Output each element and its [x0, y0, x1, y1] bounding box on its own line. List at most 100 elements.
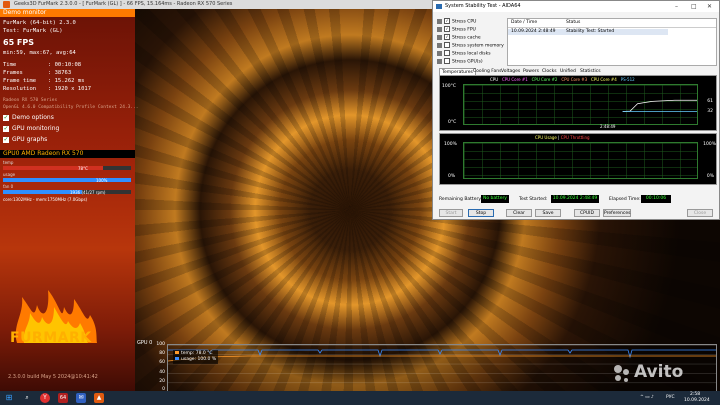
- meter-label-temp: temp: [3, 160, 14, 165]
- stop-button[interactable]: Stop: [468, 209, 494, 217]
- test-started-value: 10.09.2024 2:48:49: [551, 195, 599, 203]
- temp-axis-bottom: 0°C: [448, 120, 457, 125]
- close-icon[interactable]: ✕: [707, 1, 712, 12]
- log-row-status: Stability Test: Started: [566, 29, 615, 34]
- tray-icons[interactable]: ^ ▭ ♪: [640, 395, 654, 400]
- preferences-button[interactable]: Preferences: [603, 209, 631, 217]
- legend-ps512: PS-512: [620, 77, 635, 82]
- opengl-line: OpenGL 4.6.0 Compatibility Profile Conte…: [3, 105, 139, 110]
- temp-time-marker: 2:48:49: [600, 124, 616, 129]
- aida64-window: System Stability Test - AIDA64 – □ ✕ ✓ St…: [432, 0, 720, 220]
- log-header-divider: [508, 27, 716, 28]
- gpu-legend-temp-swatch: [175, 351, 179, 354]
- temperature-lines: [622, 99, 697, 112]
- log-header-datetime: Date / Time: [511, 20, 538, 25]
- stress-cache-checkbox[interactable]: ✓: [444, 34, 450, 40]
- stress-fpu[interactable]: ✓ Stress FPU: [437, 26, 476, 33]
- legend-core-2: CPU Core #2: [531, 77, 558, 82]
- aida64-title-bar[interactable]: System Stability Test - AIDA64 – □ ✕: [433, 1, 719, 12]
- tab-cooling-fans[interactable]: Cooling Fans: [473, 68, 501, 75]
- tab-unified[interactable]: Unified: [560, 68, 576, 75]
- time-label: Time: [3, 62, 17, 68]
- stress-memory-checkbox[interactable]: [444, 42, 450, 48]
- tray-language[interactable]: РУС: [666, 395, 675, 400]
- elapsed-label: Elapsed Time:: [609, 197, 641, 202]
- stress-memory[interactable]: Stress system memory: [437, 42, 504, 49]
- stress-disks-checkbox[interactable]: [444, 50, 450, 56]
- tab-voltages[interactable]: Voltages: [501, 68, 520, 75]
- resolution-value: : 1920 x 1017: [48, 86, 92, 92]
- gpu-legend-usage: usage: 100.0 %: [175, 357, 216, 363]
- clear-button[interactable]: Clear: [506, 209, 532, 217]
- stress-gpu-checkbox[interactable]: [444, 58, 450, 64]
- elapsed-value: 00:10:06: [641, 195, 671, 203]
- search-icon[interactable]: ⌕: [22, 393, 32, 403]
- stress-cache-label: Stress cache: [452, 35, 481, 41]
- tab-powers[interactable]: Powers: [523, 68, 539, 75]
- disk-icon: [437, 50, 442, 56]
- stress-gpu[interactable]: Stress GPU(s): [437, 58, 483, 65]
- furmark-taskbar-icon[interactable]: ▲: [94, 393, 104, 403]
- demo-options-checkbox[interactable]: ✓: [3, 115, 9, 121]
- taskbar: ⊞ ⌕ Y 64 ✉ ▲ ^ ▭ ♪ РУС 2:58 10.09.2024: [0, 391, 720, 405]
- test-name-line: Test: FurMark (GL): [3, 28, 63, 34]
- tab-clocks[interactable]: Clocks: [542, 68, 557, 75]
- temperature-plot: [463, 84, 698, 125]
- aida64-taskbar-icon[interactable]: 64: [58, 393, 68, 403]
- cpuid-button[interactable]: CPUID: [574, 209, 600, 217]
- temp-axis-top: 100°C: [442, 84, 456, 89]
- stress-cpu-checkbox[interactable]: ✓: [444, 18, 450, 24]
- mail-icon[interactable]: ✉: [76, 393, 86, 403]
- meter-value-usage: 100%: [96, 178, 108, 183]
- tab-statistics[interactable]: Statistics: [580, 68, 601, 75]
- fpu-icon: [437, 26, 442, 32]
- legend-cpu-throttling: CPU Throttling: [560, 135, 590, 140]
- demo-monitor-header[interactable]: Demo monitor: [0, 9, 135, 17]
- stress-disks-label: Stress local disks: [452, 51, 491, 57]
- tray-time[interactable]: 2:58: [690, 392, 700, 397]
- cache-icon: [437, 34, 442, 40]
- gpu-header: GPU0 AMD Radeon RX 570: [0, 150, 135, 158]
- app-version-line: FurMark (64-bit) 2.3.0: [3, 20, 76, 26]
- fan-meter: [3, 190, 131, 194]
- gpu-tick-40: 40: [159, 370, 165, 375]
- temperature-graph: CPU CPU Core #1 CPU Core #2 CPU Core #3 …: [439, 75, 717, 131]
- temp-right-top: 61: [707, 99, 713, 104]
- stress-disks[interactable]: Stress local disks: [437, 50, 491, 57]
- log-header-status: Status: [566, 20, 581, 25]
- gpu-graphs-checkbox[interactable]: ✓: [3, 137, 9, 143]
- gpu-tick-20: 20: [159, 379, 165, 384]
- start-windows-icon[interactable]: ⊞: [4, 393, 14, 403]
- stress-cpu[interactable]: ✓ Stress CPU: [437, 18, 476, 25]
- gpu-graph-legend: temp: 78.0 °C usage: 100.0 %: [173, 350, 219, 364]
- gpu-monitoring-label: GPU monitoring: [12, 125, 60, 132]
- stress-cache[interactable]: ✓ Stress cache: [437, 34, 481, 41]
- usage-plot: [463, 142, 698, 179]
- frametime-label: Frame time: [3, 78, 37, 84]
- tray-date[interactable]: 10.09.2024: [684, 398, 710, 403]
- close-button[interactable]: Close: [687, 209, 713, 217]
- cpu-icon: [437, 18, 442, 24]
- save-button[interactable]: Save: [535, 209, 561, 217]
- stress-fpu-checkbox[interactable]: ✓: [444, 26, 450, 32]
- usage-right-top: 100%: [703, 142, 716, 147]
- gpu-monitoring-checkbox[interactable]: ✓: [3, 126, 9, 132]
- fps-stats: min:59, max:67, avg:64: [3, 50, 76, 56]
- clock-line: core:1302MHz - mem:1750MHz (7.0Gbps): [3, 197, 88, 202]
- gpu-temp-line: [167, 355, 716, 362]
- usage-meter: [3, 178, 131, 182]
- stress-cpu-label: Stress CPU: [452, 19, 477, 25]
- maximize-icon[interactable]: □: [691, 1, 697, 12]
- legend-core-3: CPU Core #3: [561, 77, 588, 82]
- start-button[interactable]: Start: [439, 209, 463, 217]
- yandex-browser-icon[interactable]: Y: [40, 393, 50, 403]
- minimize-icon[interactable]: –: [675, 1, 678, 12]
- gpu-legend-usage-swatch: [175, 357, 179, 360]
- status-log: Date / Time Status 10.09.2024 2:48:49 St…: [507, 18, 717, 66]
- meter-label-fan: fan 0: [3, 184, 14, 189]
- avito-dots-icon: [614, 365, 629, 382]
- frames-value: : 38763: [48, 70, 72, 76]
- stress-fpu-label: Stress FPU: [452, 27, 476, 33]
- meter-label-usage: usage: [3, 172, 16, 177]
- meter-value-fan: 1936 (41/27 rpm): [70, 190, 106, 195]
